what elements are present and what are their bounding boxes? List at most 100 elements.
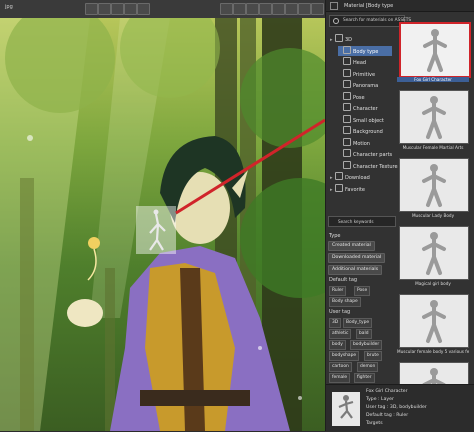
thumbnail-label: Muscular Lady Body <box>411 213 455 218</box>
tree-item[interactable]: Primitive <box>338 68 392 79</box>
tool-icon[interactable] <box>124 3 137 15</box>
thumbnail-image <box>399 90 469 144</box>
tool-icon[interactable] <box>311 3 324 15</box>
material-preview-image <box>332 392 360 426</box>
thumbnail-label: Magical girl body <box>415 281 451 286</box>
tree-item-label: Character parts <box>353 152 393 158</box>
thumbnail-image <box>399 158 469 212</box>
tree-item-label: Primitive <box>353 71 376 78</box>
user-tag-bald[interactable]: bald <box>356 329 372 339</box>
tree-item-label: Small object <box>353 117 384 124</box>
info-default-tag: Default tag : Ruler <box>366 413 409 418</box>
tree-item-label: Panorama <box>353 83 379 89</box>
folder-icon <box>335 34 343 42</box>
tree-item-label: Download <box>345 175 370 181</box>
tree-item[interactable]: ▸ Favorite <box>330 183 392 194</box>
tree-item-label: Favorite <box>345 186 365 193</box>
type-downloaded-button[interactable]: Downloaded material <box>328 253 386 263</box>
tree-item[interactable]: Head <box>338 57 392 67</box>
search-icon <box>333 18 339 24</box>
tool-icon[interactable] <box>272 3 285 15</box>
panel-menu-icon[interactable] <box>330 2 338 10</box>
user-tag-body[interactable]: body <box>329 340 346 350</box>
folder-icon <box>343 45 351 54</box>
folder-icon <box>343 137 351 146</box>
tree-item[interactable]: Pose <box>338 91 392 102</box>
tool-icon[interactable] <box>98 3 111 15</box>
illustration <box>0 18 325 431</box>
asset-search-input[interactable]: Search for materials on ASSETS <box>329 15 411 27</box>
keyword-search-input[interactable]: Search keywords <box>328 216 396 227</box>
info-user-tag: User tag : 3D, bodybuilder <box>366 405 427 410</box>
default-tag-ruler[interactable]: Ruler <box>329 286 347 296</box>
panel-title: Material [Body type <box>344 3 394 9</box>
default-tag-pose[interactable]: Pose <box>354 286 371 296</box>
tree-item-label: 3D <box>345 37 353 43</box>
info-type: Type : Layer <box>366 397 394 402</box>
thumbnail-label: Muscular female body 5 various female <box>397 349 469 354</box>
tool-icon[interactable] <box>233 3 246 15</box>
default-tag-body-shape[interactable]: Body shape <box>329 297 361 307</box>
keyword-search-placeholder: Search keywords <box>338 219 374 224</box>
user-tag-3d[interactable]: 3D <box>329 318 342 328</box>
tree-item[interactable]: Body type <box>338 45 392 56</box>
tree-item[interactable]: Character <box>338 103 392 113</box>
type-label: Type <box>329 233 341 239</box>
tree-item[interactable]: ▸ 3D <box>330 34 392 44</box>
tool-icon[interactable] <box>285 3 298 15</box>
tree-item-label: Body type <box>353 48 379 55</box>
type-additional-button[interactable]: Additional materials <box>328 265 383 275</box>
user-tag-label: User tag <box>329 309 351 315</box>
folder-icon <box>343 91 351 100</box>
thumbnail-image <box>399 22 471 78</box>
folder-icon <box>343 80 351 88</box>
tree-item[interactable]: Character parts <box>338 149 392 159</box>
tool-icon[interactable] <box>298 3 311 15</box>
tree-item[interactable]: Panorama <box>338 80 392 90</box>
tree-item-label: Character Texture <box>353 163 398 170</box>
default-tag-label: Default tag <box>329 277 358 283</box>
folder-icon <box>343 114 351 123</box>
user-tag-athletic[interactable]: athletic <box>329 329 352 339</box>
tree-item[interactable]: Character Texture <box>338 160 398 171</box>
panel-title-bar: Material [Body type <box>326 0 474 12</box>
folder-icon <box>343 126 351 134</box>
user-tag-brute[interactable]: brute <box>364 351 382 361</box>
type-created-button[interactable]: Created material <box>328 241 375 251</box>
tool-icon[interactable] <box>246 3 259 15</box>
material-info-panel: Fox Girl Character Type : Layer User tag… <box>326 384 474 432</box>
user-tag-body-type[interactable]: Body_type <box>343 318 373 328</box>
tree-item-label: Character <box>353 106 378 112</box>
folder-icon <box>343 68 351 77</box>
tree-item-label: Motion <box>353 140 370 147</box>
user-tag-demon[interactable]: demon <box>357 362 379 372</box>
thumbnail-label: Fox Girl Character <box>397 77 469 82</box>
tree-item-label: Background <box>353 129 383 135</box>
tree-item[interactable]: ▸ Download <box>330 172 392 182</box>
folder-icon <box>343 160 351 169</box>
folder-icon <box>343 57 351 65</box>
thumbnail-label: Muscular Female Martial Arts <box>402 145 464 150</box>
user-tag-bodybuilder[interactable]: bodybuilder <box>350 340 383 350</box>
tree-item[interactable]: Background <box>338 126 392 136</box>
info-extra: Targets <box>366 421 383 426</box>
folder-icon <box>335 183 343 192</box>
user-tag-cartoon[interactable]: cartoon <box>329 362 352 372</box>
user-tag-bodyshape[interactable]: bodyshape <box>329 351 360 361</box>
user-tag-fighter[interactable]: fighter <box>354 373 375 383</box>
user-tag-female[interactable]: female <box>329 373 351 383</box>
tool-icon[interactable] <box>259 3 272 15</box>
tool-icon[interactable] <box>220 3 233 15</box>
tree-item-label: Pose <box>353 94 365 101</box>
tree-item[interactable]: Small object <box>338 114 392 125</box>
folder-icon <box>335 172 343 180</box>
tool-icon[interactable] <box>85 3 98 15</box>
tree-item-label: Head <box>353 60 367 66</box>
tool-icon[interactable] <box>137 3 150 15</box>
drawing-canvas[interactable] <box>0 18 325 431</box>
tool-icon[interactable] <box>111 3 124 15</box>
tree-item[interactable]: Motion <box>338 137 392 148</box>
folder-icon <box>343 149 351 157</box>
file-tab[interactable]: jpg <box>5 4 13 10</box>
folder-icon <box>343 103 351 111</box>
